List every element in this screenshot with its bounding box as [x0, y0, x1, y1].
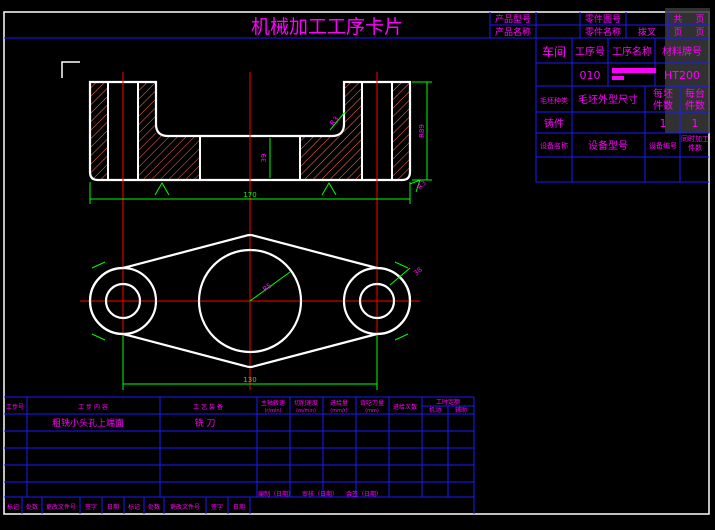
dim-width-top: 170 — [243, 191, 256, 199]
footer-label: 日期 — [107, 503, 119, 511]
footer-label: 标记 — [128, 503, 140, 511]
equipment-name-label: 设备名称 — [540, 141, 568, 150]
process-name-redacted — [612, 68, 656, 73]
footer-label: 签字 — [211, 503, 223, 511]
cad-drawing-canvas: 机械加工工序卡片 产品型号 产品名称 零件图号 零件名称 拨叉 共 页 页 页 … — [3, 8, 710, 515]
part-name-label: 零件名称 — [585, 26, 621, 38]
process-name-label: 工序名称 — [612, 45, 652, 58]
blank-type-label: 毛坯种类 — [540, 96, 568, 105]
section-view — [88, 72, 421, 390]
dim-inner: 39 — [260, 154, 268, 163]
page-label-1: 页 — [695, 14, 704, 25]
header-time-quota: 工时定额 — [436, 398, 460, 406]
material-grade-label: 材料牌号 — [662, 45, 702, 58]
footer-label: 处数 — [26, 503, 38, 511]
per-unit-label-1: 每台 — [685, 87, 705, 100]
header-passes: 进给次数 — [393, 403, 417, 411]
process-name-redacted-2 — [612, 76, 624, 80]
per-unit-label-2: 件数 — [685, 99, 705, 112]
header-spindle-2: (r/min) — [264, 408, 281, 414]
header-feed-2: (mm/r) — [330, 408, 347, 414]
simultaneous-label-2: 件数 — [688, 143, 702, 152]
dim-side: 38 — [412, 266, 424, 278]
total-label: 共 — [673, 14, 682, 25]
footer-label: 日期 — [233, 503, 245, 511]
part-drawing-no-label: 零件图号 — [585, 13, 621, 25]
corner-mark — [61, 61, 80, 78]
process-no-value: 010 — [580, 69, 601, 82]
per-blank-label-2: 件数 — [653, 99, 673, 112]
header-equipment: 工 艺 装 备 — [193, 403, 223, 411]
row-1-tool: 铣 刀 — [195, 417, 216, 429]
header-depth-2: (mm) — [365, 408, 379, 414]
sign-countersigned: 会签（日期） — [346, 490, 382, 498]
per-blank-label-1: 每坯 — [653, 87, 673, 100]
dim-r-upper: R3 — [328, 115, 340, 127]
page-label-3: 页 — [695, 27, 704, 38]
process-no-label: 工序号 — [575, 45, 605, 58]
header-step-no: 工步号 — [6, 403, 24, 411]
header-step-content: 工 步 内 容 — [78, 403, 108, 411]
equipment-no-label: 设备编号 — [649, 141, 677, 150]
page-title: 机械加工工序卡片 — [251, 16, 403, 38]
casting-label: 铸件 — [544, 117, 564, 130]
row-1-content: 粗铣小头孔上端面 — [52, 417, 124, 429]
simultaneous-label-1: 同时加工 — [681, 134, 709, 143]
page-label-2: 页 — [673, 27, 682, 38]
sign-reviewed: 审核（日期） — [302, 490, 338, 498]
header-spindle-1: 主轴转速 — [261, 399, 285, 407]
header-cutting-1: 切削速度 — [294, 399, 318, 407]
sign-prepared: 编制（日期） — [258, 490, 294, 498]
header-machine-time: 机动 — [429, 406, 441, 414]
process-table-grid — [4, 396, 475, 514]
dim-width-bottom: 130 — [243, 376, 256, 384]
footer-label: 签字 — [85, 503, 97, 511]
footer-label: 更改文件号 — [170, 503, 200, 511]
footer-labels: 标记 处数 更改文件号 签字 日期 标记 处数 更改文件号 签字 日期 — [7, 503, 245, 511]
blank-size-label: 毛坯外型尺寸 — [578, 93, 638, 106]
footer-label: 标记 — [7, 503, 19, 511]
material-value: HT200 — [664, 69, 700, 82]
header-feed-1: 进给量 — [330, 399, 348, 407]
header-depth-1: 背吃刀量 — [360, 399, 384, 407]
equipment-model-label: 设备型号 — [588, 139, 628, 152]
per-blank-value: 1 — [660, 117, 667, 130]
footer-label: 更改文件号 — [46, 503, 76, 511]
footer-label: 处数 — [148, 503, 160, 511]
product-name-label: 产品名称 — [495, 26, 531, 38]
per-unit-value: 1 — [692, 117, 699, 130]
workshop-label: 车间 — [542, 44, 566, 59]
header-cutting-2: (m/min) — [296, 408, 316, 414]
product-model-label: 产品型号 — [495, 13, 531, 25]
header-aux-time: 辅助 — [455, 406, 467, 414]
dim-height-right: R89 — [418, 124, 426, 138]
part-name-value: 拨叉 — [638, 26, 656, 38]
